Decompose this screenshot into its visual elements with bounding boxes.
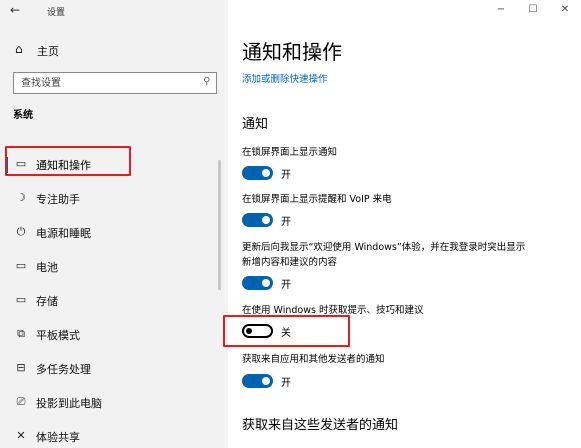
- setting-label-app-notifications: 获取来自应用和其他发送者的通知: [242, 354, 385, 365]
- page-title: 通知和操作: [242, 40, 342, 64]
- toggle-state-label: 开: [281, 170, 291, 181]
- home-icon: ⌂: [15, 42, 23, 56]
- sidebar-item-focus-assist[interactable]: ☽ 专注助手: [0, 182, 228, 216]
- setting-label-tips-tricks: 在使用 Windows 时获取提示、技巧和建议: [242, 305, 424, 316]
- toggle-state-label: 开: [281, 378, 291, 389]
- toggle-app-notifications[interactable]: [242, 374, 273, 388]
- sidebar-item-notifications-actions[interactable]: ▭ 通知和操作: [0, 148, 228, 182]
- multitasking-icon: ⊟: [16, 361, 26, 374]
- toggle-lockscreen-notifications[interactable]: [242, 166, 273, 180]
- sidebar-item-label: 专注助手: [36, 193, 80, 206]
- section-heading-system: 系统: [13, 110, 33, 121]
- battery-icon: ▭: [15, 259, 27, 272]
- moon-icon: ☽: [16, 191, 26, 204]
- title-bar: ← 设置: [0, 0, 228, 22]
- sidebar-item-label: 通知和操作: [36, 159, 91, 172]
- sidebar-item-shared-experiences[interactable]: ✕ 体验共享: [0, 420, 228, 448]
- toggle-lockscreen-reminders[interactable]: [242, 213, 273, 227]
- shared-experiences-icon: ✕: [16, 429, 26, 442]
- toggle-knob: [262, 279, 270, 287]
- home-nav-item[interactable]: ⌂ 主页: [0, 38, 228, 62]
- sidebar-nav-list: ▭ 通知和操作 ☽ 专注助手 ⏻ 电源和睡眠 ▭ 电池 ▭ 存储 ⧉ 平板模式 …: [0, 148, 228, 448]
- search-input[interactable]: [14, 73, 194, 93]
- toggle-knob: [262, 377, 270, 385]
- maximize-icon[interactable]: ☐: [517, 0, 549, 22]
- notification-icon: ▭: [15, 157, 27, 170]
- sidebar-scrollbar[interactable]: [218, 160, 221, 290]
- toggle-state-label: 开: [281, 217, 291, 228]
- sidebar-item-tablet-mode[interactable]: ⧉ 平板模式: [0, 318, 228, 352]
- toggle-state-label: 开: [281, 280, 291, 291]
- storage-icon: ▭: [15, 293, 27, 306]
- sidebar-item-label: 电池: [36, 261, 58, 274]
- setting-label-lockscreen-reminders: 在锁屏界面上显示提醒和 VoIP 来电: [242, 194, 392, 205]
- edit-quick-actions-link[interactable]: 添加或删除快速操作: [242, 71, 328, 85]
- minimize-icon[interactable]: −: [485, 0, 517, 22]
- sidebar-item-power-sleep[interactable]: ⏻ 电源和睡眠: [0, 216, 228, 250]
- app-title: 设置: [47, 8, 66, 18]
- toggle-tips-tricks[interactable]: [242, 324, 273, 338]
- toggle-state-label: 关: [281, 328, 291, 339]
- toggle-knob: [262, 216, 270, 224]
- sidebar-item-multitasking[interactable]: ⊟ 多任务处理: [0, 352, 228, 386]
- settings-content-pane: − ☐ ✕ 通知和操作 添加或删除快速操作 通知 在锁屏界面上显示通知 开 在锁…: [228, 0, 581, 448]
- sidebar-item-projecting[interactable]: ⎚ 投影到此电脑: [0, 386, 228, 420]
- sidebar-item-label: 多任务处理: [36, 363, 91, 376]
- sidebar-item-label: 存储: [36, 295, 58, 308]
- sidebar-item-battery[interactable]: ▭ 电池: [0, 250, 228, 284]
- back-arrow-icon[interactable]: ←: [10, 3, 20, 17]
- tablet-mode-icon: ⧉: [17, 327, 25, 340]
- window-controls: − ☐ ✕: [485, 0, 581, 22]
- toggle-knob: [246, 328, 252, 334]
- toggle-knob: [262, 169, 270, 177]
- setting-label-lockscreen-notifications: 在锁屏界面上显示通知: [242, 147, 338, 158]
- search-icon[interactable]: ⚲: [203, 76, 210, 87]
- senders-heading: 获取来自这些发送者的通知: [242, 418, 399, 433]
- toggle-welcome-experience[interactable]: [242, 276, 273, 290]
- notifications-heading: 通知: [242, 117, 269, 132]
- home-label: 主页: [37, 45, 59, 58]
- sidebar-item-label: 电源和睡眠: [36, 227, 91, 240]
- sidebar-item-storage[interactable]: ▭ 存储: [0, 284, 228, 318]
- sidebar-item-label: 投影到此电脑: [36, 397, 102, 410]
- power-icon: ⏻: [16, 225, 26, 238]
- setting-label-welcome-experience-line1: 更新后向我显示“欢迎使用 Windows”体验，并在我登录时突出显示: [242, 242, 526, 253]
- close-icon[interactable]: ✕: [549, 0, 581, 22]
- navigation-pane: ← 设置 ⌂ 主页 ⚲ 系统 ᑁ)) 声音 ▭ 通知和操作 ☽ 专注助手 ⏻ 电…: [0, 0, 228, 448]
- search-box[interactable]: ⚲: [13, 72, 217, 94]
- projecting-icon: ⎚: [16, 395, 26, 408]
- sidebar-item-label: 平板模式: [36, 329, 80, 342]
- sidebar-item-label: 体验共享: [36, 431, 80, 444]
- setting-label-welcome-experience-line2: 新增内容和建议的内容: [242, 257, 338, 268]
